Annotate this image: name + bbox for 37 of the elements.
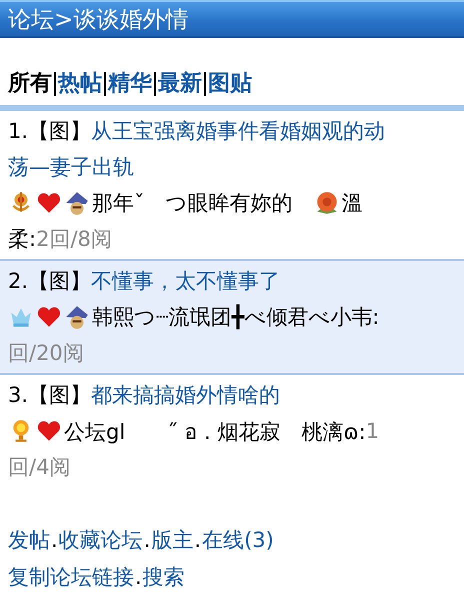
reply-view-count: 2回/8阅 xyxy=(36,226,112,253)
filter-tab[interactable]: 所有 xyxy=(8,72,52,96)
post-title-link[interactable]: 不懂事，太不懂事了 xyxy=(91,267,280,295)
footer-link[interactable]: 版主 xyxy=(151,526,194,554)
post-number: 1. xyxy=(8,119,28,143)
author-name: 韩熙つ┈流氓团╋べ倾君べ小韦: xyxy=(92,303,380,331)
separator-dot: . xyxy=(50,528,59,552)
hat-figure-icon xyxy=(64,190,90,216)
separator-dot: . xyxy=(193,528,202,552)
footer-link[interactable]: 发帖 xyxy=(8,526,50,554)
reply-view-count: 回/20阅 xyxy=(8,340,84,367)
author-name: 溫 xyxy=(342,190,362,217)
filter-tab[interactable]: 图贴 xyxy=(204,72,252,96)
separator-dot: . xyxy=(142,528,152,552)
filter-tab[interactable]: 精华 xyxy=(104,72,152,96)
author-name: 柔: xyxy=(8,226,36,253)
footer-link[interactable]: 搜索 xyxy=(142,562,185,590)
reply-view-count: 回/4阅 xyxy=(8,454,70,481)
post-number: 3. xyxy=(8,383,28,407)
author-name: 公坛gl ˝ อ . 烟花寂 桃漓ɷ: xyxy=(64,418,366,446)
reply-view-count: 1 xyxy=(366,419,380,443)
footer-link[interactable]: 收藏论坛 xyxy=(58,526,143,554)
post-title-link[interactable]: 从王宝强离婚事件看婚姻观的动 xyxy=(91,117,386,145)
filter-tab[interactable]: 最新 xyxy=(154,72,202,96)
post-title-link[interactable]: 荡—妻子出轨 xyxy=(8,153,134,181)
author-name: 那年ˇ つ眼眸有妳的 xyxy=(92,190,294,217)
post-title-link[interactable]: 都来搞搞婚外情啥的 xyxy=(91,381,280,409)
footer-link[interactable]: 在线(3) xyxy=(202,526,274,554)
filter-tab[interactable]: 热帖 xyxy=(54,72,102,96)
footer-link[interactable]: 复制论坛链接 xyxy=(8,562,134,590)
image-tag: 【图】 xyxy=(28,267,92,295)
forum-title: 论坛>谈谈婚外情 xyxy=(8,6,188,34)
separator-dot: . xyxy=(134,564,142,588)
post-number: 2. xyxy=(8,269,28,293)
image-tag: 【图】 xyxy=(28,117,92,145)
image-tag: 【图】 xyxy=(28,381,92,409)
hat-figure-icon xyxy=(64,304,90,330)
